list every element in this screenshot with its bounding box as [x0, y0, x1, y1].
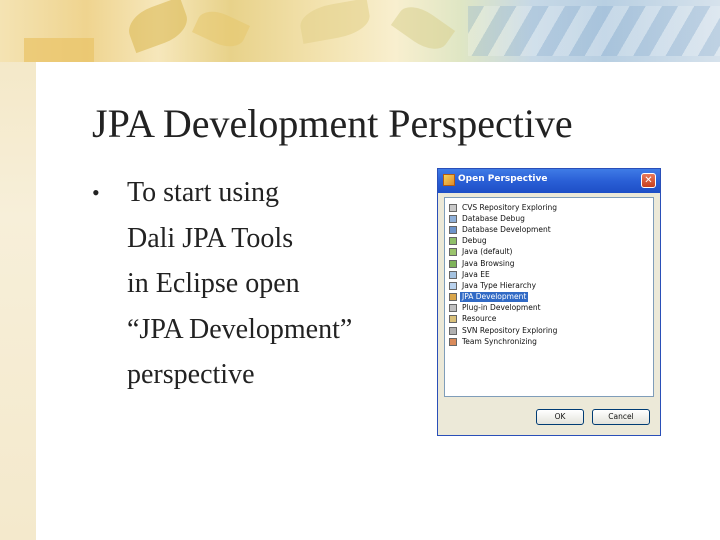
- sync-icon: [449, 337, 457, 346]
- perspective-item[interactable]: Team Synchronizing: [445, 336, 653, 347]
- bullet-line: perspective: [127, 359, 255, 390]
- cvs-icon: [449, 203, 457, 212]
- cancel-button[interactable]: Cancel: [592, 409, 650, 425]
- perspective-item[interactable]: Debug: [445, 236, 653, 247]
- perspective-item[interactable]: Resource: [445, 314, 653, 325]
- perspective-item-label: Java Browsing: [462, 258, 515, 268]
- perspective-item[interactable]: Plug-in Development: [445, 303, 653, 314]
- bullet-line: in Eclipse open: [127, 268, 300, 299]
- java-icon: [449, 248, 457, 257]
- perspective-item-label: Java EE: [462, 269, 490, 279]
- perspective-item[interactable]: CVS Repository Exploring: [445, 202, 653, 213]
- close-button[interactable]: ✕: [641, 173, 656, 188]
- perspective-item[interactable]: Java EE: [445, 269, 653, 280]
- bullet-marker: •: [92, 180, 100, 205]
- background-left-strip: [0, 0, 36, 540]
- jpa-icon: [449, 293, 457, 302]
- perspective-item[interactable]: JPA Development: [445, 292, 653, 303]
- leaf-decoration: [390, 0, 456, 58]
- perspective-item-label: Java Type Hierarchy: [462, 280, 537, 290]
- bullet-line: To start using: [127, 177, 280, 208]
- ok-button[interactable]: OK: [536, 409, 584, 425]
- leaf-decoration: [123, 0, 193, 54]
- bug-icon: [449, 237, 457, 246]
- database-debug-icon: [449, 214, 457, 223]
- svn-icon: [449, 326, 457, 335]
- open-perspective-dialog: Open Perspective ✕ CVS Repository Explor…: [437, 168, 661, 436]
- java-ee-icon: [449, 270, 457, 279]
- perspective-item-label: Database Debug: [462, 213, 525, 223]
- bullet-text: To start using Dali JPA Tools in Eclipse…: [127, 170, 427, 398]
- perspective-item-label: SVN Repository Exploring: [462, 325, 558, 335]
- background-top-banner: [0, 0, 720, 62]
- database-icon: [449, 225, 457, 234]
- perspective-item-label: Team Synchronizing: [462, 336, 537, 346]
- leaf-decoration: [192, 4, 250, 54]
- perspective-item-label: Resource: [462, 314, 497, 324]
- perspective-item[interactable]: Database Debug: [445, 213, 653, 224]
- perspective-list[interactable]: CVS Repository Exploring Database Debug Da…: [444, 197, 654, 397]
- resource-icon: [449, 315, 457, 324]
- perspective-item-label: Java (default): [462, 247, 513, 257]
- dialog-titlebar[interactable]: Open Perspective ✕: [438, 169, 660, 193]
- perspective-item[interactable]: Java Type Hierarchy: [445, 280, 653, 291]
- perspective-item-label: CVS Repository Exploring: [462, 202, 558, 212]
- perspective-item-label: Database Development: [462, 224, 551, 234]
- perspective-item-label: JPA Development: [460, 292, 529, 303]
- dialog-title: Open Perspective: [458, 174, 548, 184]
- slide-title: JPA Development Perspective: [92, 101, 573, 146]
- bullet-line: Dali JPA Tools: [127, 222, 294, 254]
- java-browsing-icon: [449, 259, 457, 268]
- perspective-item[interactable]: Java Browsing: [445, 258, 653, 269]
- perspective-item-label: Plug-in Development: [462, 303, 541, 313]
- hierarchy-icon: [449, 281, 457, 290]
- perspective-item[interactable]: Database Development: [445, 224, 653, 235]
- plugin-icon: [449, 304, 457, 313]
- perspective-icon: [443, 174, 455, 186]
- bullet-line: “JPA Development”: [127, 313, 353, 345]
- leaf-decoration: [297, 0, 373, 44]
- perspective-item[interactable]: SVN Repository Exploring: [445, 325, 653, 336]
- perspective-item-label: Debug: [462, 236, 487, 246]
- perspective-item[interactable]: Java (default): [445, 247, 653, 258]
